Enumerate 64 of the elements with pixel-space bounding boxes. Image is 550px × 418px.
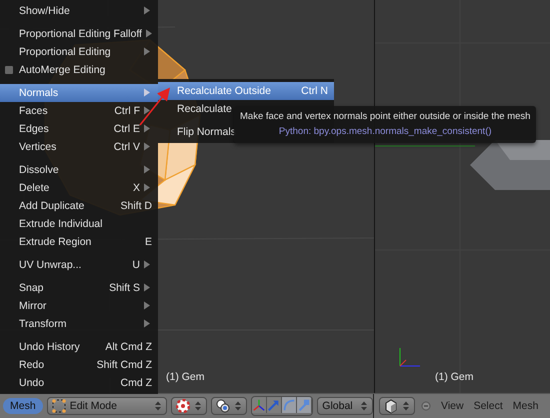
header-menu[interactable]: View [437,400,468,412]
shortcut-label: E [144,236,152,248]
menu-item-label: Show/Hide [19,4,70,16]
menu-item[interactable]: Normals [0,84,158,102]
menu-item[interactable]: Extrude Region E [0,232,158,250]
shortcut-label: X [132,182,140,194]
tooltip-python-path: Python: bpy.ops.mesh.normals_make_consistent() [278,125,493,139]
shortcut-label: Ctrl V [114,140,140,152]
menu-item-label: Proportional Editing Falloff [19,28,142,40]
mesh-menu[interactable]: Mesh [3,398,43,414]
menu-item-label: AutoMerge Editing [19,64,106,76]
menu-item[interactable]: Redo Shift Cmd Z [0,356,158,374]
menu-item[interactable]: Proportional Editing [0,42,158,60]
menu-item-label: Edges [19,122,49,134]
header-menu[interactable]: Select [470,400,507,412]
shortcut-label: Shift Cmd Z [96,358,152,370]
menu-item-label: Vertices [19,140,56,152]
menu-item-label: Faces [19,104,48,116]
menu-item[interactable]: Show/Hide [0,2,158,20]
menu-item[interactable]: Proportional Editing Falloff [0,24,158,42]
menu-item[interactable]: Extrude Individual [0,214,158,232]
menu-item-label: Extrude Region [19,236,92,248]
menu-item[interactable]: Dissolve [0,160,158,178]
mode-dropdown[interactable]: Edit Mode [46,397,168,415]
tooltip-description: Make face and vertex normals point either outside or inside the mesh [240,110,530,124]
menu-item[interactable]: Vertices Ctrl V [0,138,158,156]
menu-item[interactable]: Delete X [0,178,158,196]
object-label: (1) Gem [166,371,205,383]
menu-item-label: Redo [19,358,44,370]
menu-item-label: Dissolve [19,164,59,176]
shortcut-label: Shift S [109,282,140,294]
shortcut-label: Alt Cmd Z [105,340,152,352]
menu-item[interactable]: AutoMerge Editing [0,60,158,78]
shortcut-label: Ctrl E [114,122,140,134]
menu-item[interactable]: Faces Ctrl F [0,102,158,120]
menu-item-label: Mirror [19,300,46,312]
menu-item-label: Undo History [19,340,80,352]
menu-item-label: Normals [19,86,58,98]
shortcut-label: Shift D [120,200,152,212]
menu-item[interactable]: Mirror [0,296,158,314]
menu-item-label: Undo [19,376,44,388]
shortcut-label: Ctrl F [114,104,140,116]
menu-item-label: Add Duplicate [19,200,84,212]
menu-item-label: Snap [19,282,44,294]
menu-item-label: Extrude Individual [19,218,102,230]
shortcut-label: Cmd Z [120,376,152,388]
shortcut-label: U [132,258,140,270]
menu-item-label: UV Unwrap... [19,258,82,270]
menu-item-label: Delete [19,182,50,194]
menu-item[interactable]: Edges Ctrl E [0,120,158,138]
object-label: (1) Gem [435,371,474,383]
menu-item-label: Recalculate Outside [177,84,271,96]
menu-item[interactable]: UV Unwrap... U [0,256,158,274]
menu-item[interactable]: Transform [0,314,158,332]
menu-item[interactable]: Recalculate Outside Ctrl N [158,82,334,100]
menu-item[interactable]: Undo Cmd Z [0,374,158,392]
menu-item[interactable]: Add Duplicate Shift D [0,196,158,214]
menu-item[interactable]: Undo History Alt Cmd Z [0,338,158,356]
menu-item-label: Proportional Editing [19,46,111,58]
shortcut-label: Ctrl N [301,84,328,96]
orientation-dropdown[interactable]: Global [317,397,373,415]
menu-item-label: Transform [19,318,66,330]
header-menu[interactable]: Mesh [508,400,542,412]
menu-item[interactable]: Snap Shift S [0,278,158,296]
